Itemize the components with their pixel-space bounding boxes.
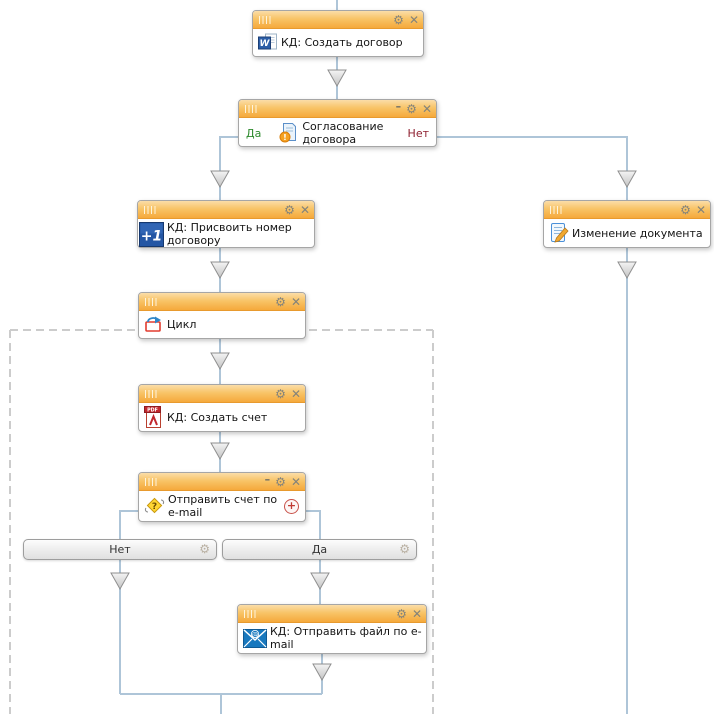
plus-one-icon: +1 — [139, 222, 164, 247]
gear-icon[interactable]: ⚙ — [199, 543, 210, 556]
edit-document-icon — [549, 223, 569, 243]
no-branch-label: Нет — [408, 127, 429, 140]
node-titlebar[interactable]: – ⚙ ✕ — [139, 473, 305, 491]
node-label: Согласование договора — [302, 120, 398, 146]
node-send-file[interactable]: ⚙ ✕ @ КД: Отправить файл по e-mail — [237, 604, 427, 654]
svg-text:PDF: PDF — [147, 407, 158, 413]
loop-icon — [144, 315, 164, 334]
node-change-document[interactable]: ⚙ ✕ Изменение документа — [543, 200, 711, 248]
node-label: Изменение документа — [572, 227, 703, 240]
branch-no-button[interactable]: Нет ⚙ — [23, 539, 217, 560]
gear-icon[interactable]: ⚙ — [275, 476, 286, 488]
drag-grip-icon[interactable] — [244, 610, 257, 618]
svg-text:+1: +1 — [141, 228, 162, 244]
node-assign-number[interactable]: ⚙ ✕ +1 КД: Присвоить номер договору — [137, 200, 315, 248]
close-icon[interactable]: ✕ — [291, 296, 301, 308]
branch-no-label: Нет — [109, 543, 130, 556]
node-titlebar[interactable]: – ⚙ ✕ — [239, 100, 436, 118]
drag-grip-icon[interactable] — [259, 16, 272, 24]
node-label: КД: Создать счет — [167, 411, 267, 424]
gear-icon[interactable]: ⚙ — [275, 296, 286, 308]
close-icon[interactable]: ✕ — [696, 204, 706, 216]
node-label: КД: Отправить файл по e-mail — [270, 625, 422, 651]
node-titlebar[interactable]: ⚙ ✕ — [139, 385, 305, 403]
node-approval[interactable]: – ⚙ ✕ Да ! Согласование договора Нет — [238, 99, 437, 147]
close-icon[interactable]: ✕ — [300, 204, 310, 216]
document-warning-icon: ! — [279, 123, 299, 143]
drag-grip-icon[interactable] — [144, 206, 157, 214]
gear-icon[interactable]: ⚙ — [284, 204, 295, 216]
node-label: Цикл — [167, 318, 196, 331]
node-titlebar[interactable]: ⚙ ✕ — [138, 201, 314, 219]
svg-text:!: ! — [284, 133, 288, 142]
yes-branch-label: Да — [246, 127, 261, 140]
add-connector-icon[interactable]: + — [284, 499, 299, 514]
close-icon[interactable]: ✕ — [291, 476, 301, 488]
close-icon[interactable]: ✕ — [412, 608, 422, 620]
node-create-contract[interactable]: ⚙ ✕ W КД: Создать договор — [252, 10, 424, 57]
drag-grip-icon[interactable] — [145, 390, 158, 398]
branch-yes-label: Да — [312, 543, 327, 556]
gear-icon[interactable]: ⚙ — [275, 388, 286, 400]
gear-icon[interactable]: ⚙ — [406, 103, 417, 115]
drag-grip-icon[interactable] — [145, 478, 158, 486]
minimize-icon[interactable]: – — [396, 101, 402, 113]
close-icon[interactable]: ✕ — [291, 388, 301, 400]
node-label: КД: Создать договор — [281, 36, 403, 49]
node-label: Отправить счет по e-mail — [168, 493, 280, 519]
flow-arrow-icons — [111, 70, 636, 680]
node-titlebar[interactable]: ⚙ ✕ — [253, 11, 423, 29]
branch-yes-button[interactable]: Да ⚙ — [222, 539, 417, 560]
minimize-icon[interactable]: – — [265, 474, 271, 486]
svg-text:?: ? — [152, 502, 157, 512]
close-icon[interactable]: ✕ — [409, 14, 419, 26]
decision-diamond-icon: ? — [144, 496, 165, 516]
gear-icon[interactable]: ⚙ — [399, 543, 410, 556]
node-create-invoice[interactable]: ⚙ ✕ PDF КД: Создать счет — [138, 384, 306, 432]
pdf-document-icon: PDF — [144, 406, 164, 429]
gear-icon[interactable]: ⚙ — [393, 14, 404, 26]
drag-grip-icon[interactable] — [145, 298, 158, 306]
svg-text:@: @ — [252, 630, 259, 638]
node-loop[interactable]: ⚙ ✕ Цикл — [138, 292, 306, 339]
email-icon: @ — [243, 629, 267, 648]
node-titlebar[interactable]: ⚙ ✕ — [238, 605, 426, 623]
node-titlebar[interactable]: ⚙ ✕ — [544, 201, 710, 219]
workflow-canvas: ⚙ ✕ W КД: Создать договор – ⚙ ✕ — [0, 0, 714, 714]
drag-grip-icon[interactable] — [550, 206, 563, 214]
node-label: КД: Присвоить номер договору — [167, 221, 310, 247]
close-icon[interactable]: ✕ — [422, 103, 432, 115]
word-document-icon: W — [258, 33, 278, 52]
gear-icon[interactable]: ⚙ — [680, 204, 691, 216]
node-send-invoice[interactable]: – ⚙ ✕ ? Отправить счет по e-mail + — [138, 472, 306, 522]
svg-text:W: W — [260, 39, 271, 49]
node-titlebar[interactable]: ⚙ ✕ — [139, 293, 305, 311]
gear-icon[interactable]: ⚙ — [396, 608, 407, 620]
drag-grip-icon[interactable] — [245, 105, 258, 113]
